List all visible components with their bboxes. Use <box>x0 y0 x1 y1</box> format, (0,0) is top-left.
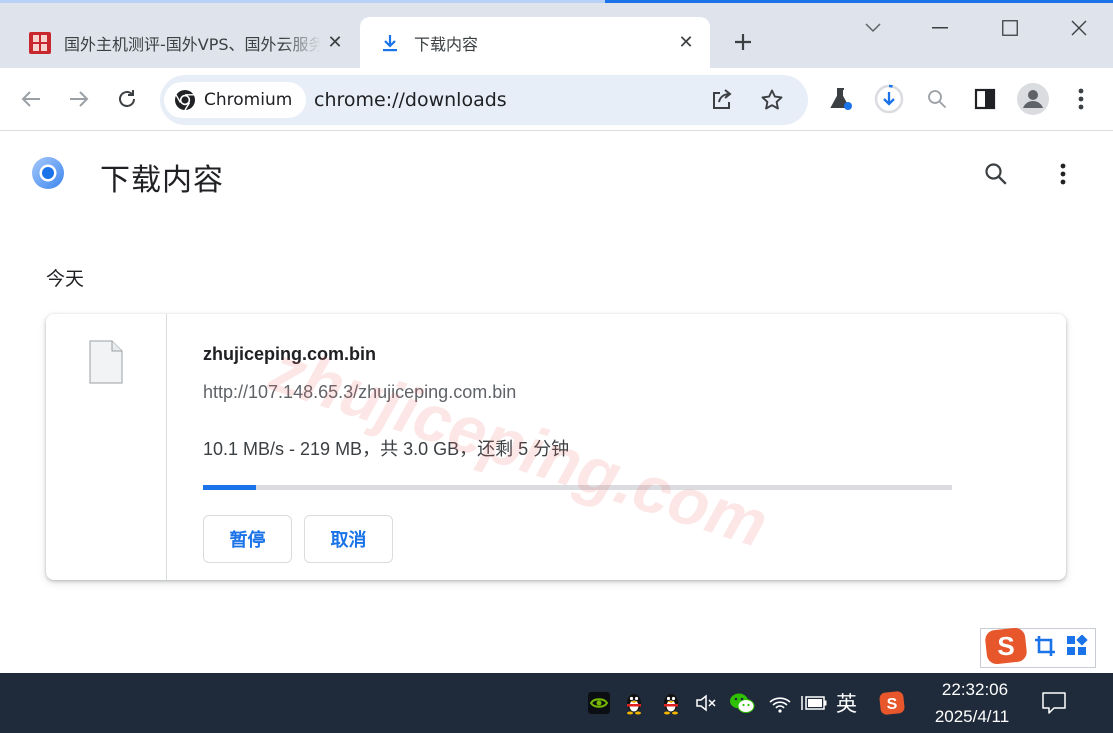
download-source-url[interactable]: http://107.148.65.3/zhujiceping.com.bin <box>203 382 516 403</box>
close-window-icon[interactable] <box>1059 13 1099 43</box>
svg-text:S: S <box>887 696 898 713</box>
browser-menu-icon[interactable] <box>1065 83 1097 115</box>
wechat-icon[interactable] <box>728 689 756 717</box>
address-bar[interactable]: Chromium chrome://downloads <box>160 75 808 125</box>
clock-date[interactable]: 2025/4/11 <box>924 707 1020 727</box>
site-info-chip[interactable]: Chromium <box>164 82 307 118</box>
input-language-indicator[interactable]: 英 <box>836 688 857 718</box>
ime-toolbox-grid-icon[interactable] <box>1066 634 1088 661</box>
labs-flask-icon[interactable] <box>825 83 857 115</box>
pause-button[interactable]: 暂停 <box>203 515 292 563</box>
reload-icon[interactable] <box>111 83 143 115</box>
svg-text:S: S <box>997 631 1014 661</box>
downloads-progress-icon[interactable] <box>873 83 905 115</box>
profile-avatar-icon[interactable] <box>1017 83 1049 115</box>
downloads-more-menu-icon[interactable] <box>1047 158 1079 190</box>
url-text[interactable]: chrome://downloads <box>314 75 507 125</box>
nvidia-tray-icon[interactable] <box>585 689 613 717</box>
tab-strip: 国外主机测评-国外VPS、国外云服务器 ✕ 下载内容 ✕ <box>0 3 1113 68</box>
tab-zhujiceping[interactable]: 国外主机测评-国外VPS、国外云服务器 ✕ <box>14 17 359 68</box>
qq-penguin-icon[interactable] <box>620 689 648 717</box>
battery-charging-icon[interactable] <box>800 689 828 717</box>
browser-toolbar: Chromium chrome://downloads <box>0 68 1113 131</box>
download-file-name[interactable]: zhujiceping.com.bin <box>203 344 376 365</box>
volume-muted-icon[interactable] <box>692 689 720 717</box>
chromium-logo-icon <box>31 156 65 190</box>
page-title: 下载内容 <box>100 163 224 198</box>
download-status-text: 10.1 MB/s - 219 MB，共 3.0 GB，还剩 5 分钟 <box>203 439 570 459</box>
tab-title: 国外主机测评-国外VPS、国外云服务器 <box>64 34 321 54</box>
tab-title: 下载内容 <box>414 34 479 54</box>
download-progress-bar <box>203 485 952 490</box>
date-section-heading: 今天 <box>46 268 85 290</box>
wifi-icon[interactable] <box>766 689 794 717</box>
share-icon[interactable] <box>706 84 738 116</box>
qq-penguin-icon[interactable] <box>657 689 685 717</box>
notification-center-icon[interactable] <box>1040 689 1068 717</box>
chromium-icon <box>174 89 196 111</box>
cancel-button[interactable]: 取消 <box>304 515 393 563</box>
minimize-icon[interactable] <box>920 13 960 43</box>
zoom-search-icon[interactable] <box>921 83 953 115</box>
bookmark-star-icon[interactable] <box>756 84 788 116</box>
clock-time[interactable]: 22:32:06 <box>930 680 1020 700</box>
tab-downloads[interactable]: 下载内容 ✕ <box>360 17 710 68</box>
back-arrow-icon[interactable] <box>15 83 47 115</box>
screenshot-crop-icon[interactable] <box>1034 635 1056 661</box>
windows-taskbar: 英 S 22:32:06 2025/4/11 <box>0 673 1113 733</box>
maximize-icon[interactable] <box>990 13 1030 43</box>
card-divider <box>166 314 167 580</box>
file-icon <box>89 340 123 384</box>
search-downloads-icon[interactable] <box>980 158 1012 190</box>
forward-arrow-icon[interactable] <box>63 83 95 115</box>
tab-close-icon[interactable]: ✕ <box>672 29 700 57</box>
new-tab-plus-icon[interactable] <box>728 27 758 57</box>
sogou-tray-icon[interactable]: S <box>878 689 906 717</box>
sogou-ime-logo-icon[interactable]: S <box>984 627 1028 669</box>
tab-search-chevron-icon[interactable] <box>853 13 893 43</box>
download-icon <box>378 31 402 55</box>
site-chip-label: Chromium <box>204 90 293 110</box>
side-panel-icon[interactable] <box>969 83 1001 115</box>
ime-floating-toolbar: S <box>980 627 1096 669</box>
site-seal-icon <box>28 31 52 55</box>
download-progress-fill <box>203 485 257 490</box>
tab-close-icon[interactable]: ✕ <box>321 29 349 57</box>
download-item-card: zhujiceping.com.bin http://107.148.65.3/… <box>46 314 1066 580</box>
